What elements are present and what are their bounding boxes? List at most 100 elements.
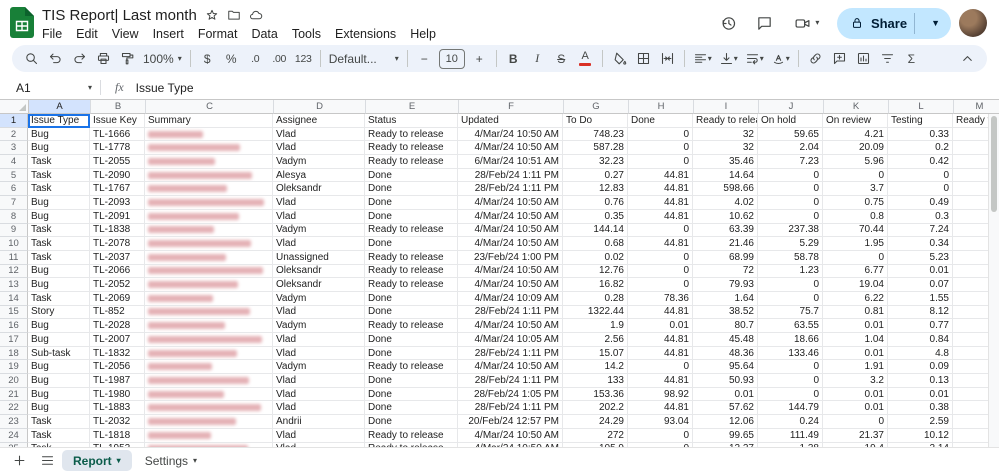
cell[interactable]	[145, 292, 273, 306]
cell[interactable]: TL-2093	[90, 196, 145, 210]
cell[interactable]: Oleksandr	[273, 265, 365, 279]
cell[interactable]: 4/Mar/24 10:50 AM	[458, 128, 563, 142]
cell[interactable]: 93.04	[628, 415, 693, 429]
cell[interactable]: Vadym	[273, 224, 365, 238]
cell[interactable]: TL-2069	[90, 292, 145, 306]
cell[interactable]: 5.23	[888, 251, 953, 265]
cell[interactable]: Alesya	[273, 169, 365, 183]
cell[interactable]: TL-1666	[90, 128, 145, 142]
cell[interactable]: 0.01	[693, 388, 758, 402]
font-select[interactable]: Default...▾	[326, 47, 402, 71]
cell[interactable]: TL-2056	[90, 360, 145, 374]
menu-extensions[interactable]: Extensions	[328, 26, 403, 42]
cell[interactable]: Done	[365, 374, 458, 388]
cell[interactable]: 0	[758, 360, 823, 374]
cell[interactable]: Task	[28, 429, 90, 443]
sheets-logo-icon[interactable]	[10, 7, 34, 43]
cell[interactable]: 4/Mar/24 10:50 AM	[458, 319, 563, 333]
increase-font-size-button[interactable]: +	[468, 47, 491, 71]
row-header-22[interactable]: 22	[0, 401, 28, 415]
row-header-8[interactable]: 8	[0, 210, 28, 224]
cell[interactable]: 4/Mar/24 10:09 AM	[458, 292, 563, 306]
cell[interactable]: Vlad	[273, 347, 365, 361]
menu-data[interactable]: Data	[244, 26, 284, 42]
cell[interactable]: 4/Mar/24 10:50 AM	[458, 196, 563, 210]
menu-edit[interactable]: Edit	[69, 26, 105, 42]
cell[interactable]: On hold	[758, 114, 823, 128]
cell[interactable]: 133.46	[758, 347, 823, 361]
cell[interactable]: Vlad	[273, 388, 365, 402]
font-size-input[interactable]: 10	[439, 49, 465, 69]
row-header-14[interactable]: 14	[0, 292, 28, 306]
cell[interactable]: Done	[365, 306, 458, 320]
cell[interactable]: 28/Feb/24 1:05 PM	[458, 388, 563, 402]
cell[interactable]: 4/Mar/24 10:50 AM	[458, 429, 563, 443]
cell[interactable]: 0.34	[888, 237, 953, 251]
cell[interactable]: 80.7	[693, 319, 758, 333]
cell[interactable]: Updated	[458, 114, 563, 128]
cell[interactable]	[145, 155, 273, 169]
column-header-I[interactable]: I	[694, 100, 759, 114]
cell[interactable]: 0.13	[888, 374, 953, 388]
cell[interactable]: 15.07	[563, 347, 628, 361]
cell[interactable]: 58.78	[758, 251, 823, 265]
cell[interactable]: 2.59	[888, 415, 953, 429]
cell[interactable]	[145, 224, 273, 238]
cell[interactable]: Done	[365, 196, 458, 210]
undo-button[interactable]	[44, 47, 67, 71]
cell[interactable]: 0	[758, 388, 823, 402]
cell[interactable]: 0	[628, 141, 693, 155]
cell[interactable]: 0	[758, 292, 823, 306]
column-header-J[interactable]: J	[759, 100, 824, 114]
cell[interactable]: 63.55	[758, 319, 823, 333]
cell[interactable]	[145, 169, 273, 183]
cell[interactable]: TL-2032	[90, 415, 145, 429]
cell[interactable]: 0	[823, 415, 888, 429]
formula-input[interactable]: Issue Type	[136, 81, 194, 95]
cell[interactable]: Done	[365, 292, 458, 306]
cell[interactable]: Bug	[28, 401, 90, 415]
cell[interactable]: 0	[758, 196, 823, 210]
print-button[interactable]	[92, 47, 115, 71]
cell[interactable]: 70.44	[823, 224, 888, 238]
cell[interactable]: 4/Mar/24 10:50 AM	[458, 237, 563, 251]
cell[interactable]: Bug	[28, 319, 90, 333]
cell[interactable]: 4.21	[823, 128, 888, 142]
cell[interactable]: 0.24	[758, 415, 823, 429]
insert-link-icon[interactable]	[804, 47, 827, 71]
cell[interactable]: 72	[693, 265, 758, 279]
cell[interactable]: TL-1832	[90, 347, 145, 361]
cell[interactable]: 14.2	[563, 360, 628, 374]
decrease-decimal-button[interactable]: .0	[244, 47, 267, 71]
cell[interactable]: 1322.44	[563, 306, 628, 320]
strikethrough-button[interactable]: S	[550, 47, 573, 71]
select-all-corner[interactable]	[0, 100, 29, 114]
cell[interactable]: Done	[365, 182, 458, 196]
cell[interactable]: Bug	[28, 196, 90, 210]
cell[interactable]: Vlad	[273, 141, 365, 155]
column-header-K[interactable]: K	[824, 100, 889, 114]
cell[interactable]: 0.01	[888, 388, 953, 402]
row-header-2[interactable]: 2	[0, 128, 28, 142]
cell[interactable]: Task	[28, 292, 90, 306]
cell[interactable]	[145, 210, 273, 224]
vertical-align-button[interactable]: ▾	[716, 47, 741, 71]
cell[interactable]: Bug	[28, 360, 90, 374]
cell[interactable]: 98.92	[628, 388, 693, 402]
row-header-10[interactable]: 10	[0, 237, 28, 251]
row-header-19[interactable]: 19	[0, 360, 28, 374]
cell[interactable]	[145, 182, 273, 196]
cell[interactable]: Done	[365, 415, 458, 429]
row-header-25[interactable]: 25	[0, 443, 28, 448]
row-header-21[interactable]: 21	[0, 388, 28, 402]
cell[interactable]: 133	[563, 374, 628, 388]
sheet-tab-settings[interactable]: Settings ▾	[134, 450, 208, 471]
cell[interactable]: 6/Mar/24 10:51 AM	[458, 155, 563, 169]
star-icon[interactable]	[205, 8, 219, 22]
cell[interactable]: 144.79	[758, 401, 823, 415]
cell[interactable]: TL-2028	[90, 319, 145, 333]
cell[interactable]: 598.66	[693, 182, 758, 196]
cell[interactable]: 0	[628, 128, 693, 142]
scrollbar-thumb[interactable]	[991, 116, 997, 212]
cell[interactable]	[145, 415, 273, 429]
